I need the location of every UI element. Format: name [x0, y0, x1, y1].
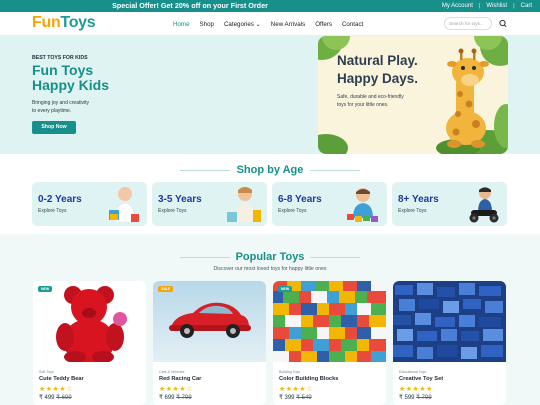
popular-toys-subtitle: Discover our most loved toys for happy l… — [213, 266, 327, 272]
star-rating: ★★★★☆ — [39, 386, 73, 393]
promo-text: Special Offer! Get 20% off on your First… — [112, 1, 268, 10]
red-car-image — [153, 281, 266, 362]
cart-link[interactable]: Cart — [521, 0, 532, 12]
hero-subtitle-line: to every playtime. — [32, 108, 72, 114]
product-card[interactable]: NEW Soft Toys Cute Teddy Bear ★★★★☆ ₹ 49… — [33, 281, 146, 405]
sale-price: ₹ 599 — [399, 395, 415, 401]
toy-set-image — [393, 281, 506, 362]
product-price: ₹ 399 ₹ 549 — [279, 394, 312, 401]
star-rating: ★★★★★ — [399, 386, 433, 393]
age-card-link[interactable]: Explore Toys — [398, 208, 427, 214]
nav-offers[interactable]: Offers — [315, 21, 332, 28]
popular-toys-title: Popular Toys — [235, 251, 305, 263]
shop-now-button[interactable]: Shop Now — [32, 121, 76, 134]
hero-title: Fun Toys Happy Kids — [32, 63, 109, 93]
original-price: ₹ 549 — [296, 395, 312, 401]
age-card-8-plus[interactable]: 8+ Years Explore Toys — [392, 182, 507, 226]
product-card[interactable]: Educational Toys Creative Toy Set ★★★★★ … — [393, 281, 506, 405]
separator: | — [478, 3, 481, 9]
banner-subtitle: Safe, durable and eco-friendly toys for … — [337, 93, 429, 109]
child-image — [227, 187, 261, 222]
original-price: ₹ 799 — [416, 395, 432, 401]
product-price: ₹ 699 ₹ 799 — [159, 394, 192, 401]
promo-banner[interactable]: Natural Play. Happy Days. Safe, durable … — [318, 36, 508, 154]
product-price: ₹ 599 ₹ 799 — [399, 394, 432, 401]
teddy-bear-image — [33, 281, 146, 362]
age-card-link[interactable]: Explore Toys — [278, 208, 307, 214]
nav-contact[interactable]: Contact — [342, 21, 363, 28]
age-card-0-2[interactable]: 0-2 Years Explore Toys — [32, 182, 147, 226]
age-card-link[interactable]: Explore Toys — [158, 208, 187, 214]
product-category: Cars & Vehicles — [159, 370, 185, 374]
hero-title-line: Happy Kids — [32, 77, 110, 93]
banner-title: Natural Play. Happy Days. — [337, 52, 418, 88]
product-card[interactable]: SALE Cars & Vehicles Red Racing Car ★★★★… — [153, 281, 266, 405]
hero-subtitle-line: Bringing joy and creativity — [32, 100, 89, 106]
nav-categories[interactable]: Categories ⌄ — [224, 21, 261, 28]
search-input[interactable]: Search for toys... — [444, 17, 492, 30]
product-category: Educational Toys — [399, 370, 427, 374]
banner-title-line: Happy Days. — [337, 71, 419, 86]
sale-badge: SALE — [158, 286, 174, 292]
age-card-title: 0-2 Years — [38, 194, 82, 205]
star-rating: ★★★★☆ — [279, 386, 313, 393]
nav-shop[interactable]: Shop — [200, 21, 214, 28]
hero-title-line: Fun Toys — [32, 62, 94, 78]
search-icon[interactable] — [497, 17, 509, 30]
separator: | — [513, 3, 515, 9]
age-card-title: 3-5 Years — [158, 194, 202, 205]
original-price: ₹ 799 — [176, 395, 192, 401]
age-card-title: 8+ Years — [398, 194, 439, 205]
promo-bar: Special Offer! Get 20% off on your First… — [0, 0, 540, 12]
account-links: My Account | Wishlist | Cart — [442, 0, 532, 12]
product-name[interactable]: Red Racing Car — [159, 376, 201, 382]
banner-subtitle-line: Safe, durable and eco-friendly — [337, 94, 404, 100]
product-name[interactable]: Creative Toy Set — [399, 376, 443, 382]
original-price: ₹ 699 — [56, 395, 72, 401]
sale-price: ₹ 499 — [39, 395, 55, 401]
banner-subtitle-line: toys for your little ones. — [337, 102, 389, 108]
star-rating: ★★★★☆ — [159, 386, 193, 393]
product-name[interactable]: Cute Teddy Bear — [39, 376, 84, 382]
sale-price: ₹ 399 — [279, 395, 295, 401]
sale-price: ₹ 699 — [159, 395, 175, 401]
hero-subtitle: Bringing joy and creativity to every pla… — [32, 99, 112, 115]
age-card-3-5[interactable]: 3-5 Years Explore Toys — [152, 182, 267, 226]
product-category: Soft Toys — [39, 370, 54, 374]
product-name[interactable]: Color Building Blocks — [279, 376, 338, 382]
shop-by-age-title: Shop by Age — [236, 164, 304, 176]
new-badge: NEW — [38, 286, 53, 292]
banner-title-line: Natural Play. — [337, 53, 418, 68]
hero-section: BEST TOYS FOR KIDS Fun Toys Happy Kids B… — [0, 36, 540, 154]
building-blocks-image — [273, 281, 386, 362]
wishlist-link[interactable]: Wishlist — [486, 0, 507, 12]
age-card-link[interactable]: Explore Toys — [38, 208, 67, 214]
logo-toys: Toys — [60, 14, 96, 31]
age-card-title: 6-8 Years — [278, 194, 322, 205]
nav-new-arrivals[interactable]: New Arrivals — [271, 21, 305, 28]
main-nav: Home Shop Categories ⌄ New Arrivals Offe… — [173, 12, 363, 36]
product-price: ₹ 499 ₹ 699 — [39, 394, 72, 401]
new-badge: NEW — [278, 286, 293, 292]
boy-on-bike-image — [469, 187, 499, 223]
site-header: FunToys Home Shop Categories ⌄ New Arriv… — [0, 12, 540, 36]
product-card[interactable]: NEW Building Toys Color Building Blocks … — [273, 281, 386, 405]
hero-eyebrow: BEST TOYS FOR KIDS — [32, 55, 88, 61]
kid-with-blocks-image — [347, 188, 378, 222]
baby-image — [109, 187, 139, 223]
product-category: Building Toys — [279, 370, 301, 374]
age-card-6-8[interactable]: 6-8 Years Explore Toys — [272, 182, 387, 226]
my-account-link[interactable]: My Account — [442, 0, 473, 12]
logo[interactable]: FunToys — [32, 14, 96, 32]
nav-home[interactable]: Home — [173, 21, 190, 28]
logo-fun: Fun — [32, 14, 61, 31]
